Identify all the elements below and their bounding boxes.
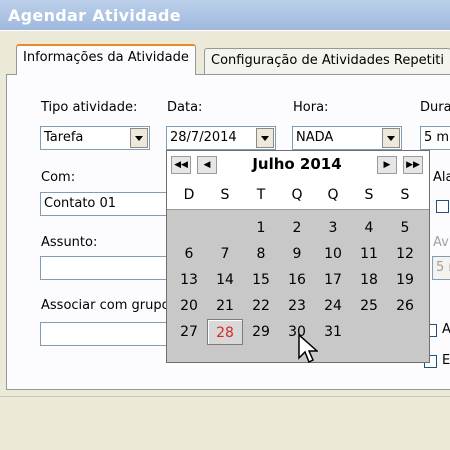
calendar-day[interactable]: 31: [315, 319, 351, 345]
weekday-row: D S T Q Q S S: [167, 181, 429, 210]
hora-value: NADA: [296, 130, 334, 145]
calendar-day[interactable]: 3: [315, 215, 351, 241]
hora-dropdown-button[interactable]: [382, 128, 400, 148]
calendar-day[interactable]: 19: [387, 267, 423, 293]
next-year-button[interactable]: ▶▶: [403, 156, 423, 174]
duracao-label: Dura: [420, 100, 450, 115]
weekday-label: S: [220, 187, 230, 203]
weekday-label: Q: [291, 187, 303, 203]
data-label: Data:: [167, 100, 203, 115]
calendar-day[interactable]: 25: [351, 293, 387, 319]
calendar-day[interactable]: 13: [171, 267, 207, 293]
title-bar[interactable]: Agendar Atividade: [0, 0, 450, 31]
data-dropdown-button[interactable]: [256, 128, 274, 148]
alarme-checkbox[interactable]: [436, 200, 449, 213]
aviso-field[interactable]: 5 r: [432, 256, 450, 280]
calendar-day[interactable]: 15: [243, 267, 279, 293]
calendar-day[interactable]: 9: [279, 241, 315, 267]
calendar-day[interactable]: 10: [315, 241, 351, 267]
option-e-label: E: [442, 353, 450, 368]
chevron-down-icon: [387, 135, 395, 141]
assunto-input[interactable]: [40, 256, 175, 280]
chevron-down-icon: [135, 135, 143, 141]
tipo-value: Tarefa: [44, 130, 84, 145]
weekday-label: Q: [327, 187, 339, 203]
calendar-day[interactable]: 20: [171, 293, 207, 319]
hora-select[interactable]: NADA: [292, 126, 402, 150]
option-a-label: A: [442, 322, 450, 337]
data-select[interactable]: 28/7/2014: [166, 126, 276, 150]
calendar-day[interactable]: 11: [351, 241, 387, 267]
weekday-label: S: [364, 187, 374, 203]
tipo-label: Tipo atividade:: [41, 100, 138, 115]
calendar-day[interactable]: 27: [171, 319, 207, 345]
alarme-label: Ala: [433, 170, 450, 185]
prev-month-button[interactable]: ◀: [197, 156, 217, 174]
next-month-button[interactable]: ▶: [377, 156, 397, 174]
calendar-popup[interactable]: ◀◀ ◀ Julho 2014 ▶ ▶▶ D S T Q Q S S 12345…: [166, 150, 430, 363]
duracao-select[interactable]: 5 mi: [420, 126, 450, 150]
weekday-label: T: [256, 187, 266, 203]
weekday-label: D: [183, 187, 195, 203]
com-label: Com:: [41, 170, 76, 185]
associar-input[interactable]: [40, 322, 175, 346]
aviso-label: Av: [433, 235, 449, 250]
window-title: Agendar Atividade: [8, 6, 181, 25]
com-value: Contato 01: [44, 196, 117, 211]
duracao-value: 5 mi: [424, 130, 450, 145]
com-field[interactable]: Contato 01: [40, 192, 175, 216]
dialog-footer: [0, 390, 450, 450]
mouse-cursor-icon: [298, 334, 318, 364]
calendar-day[interactable]: 5: [387, 215, 423, 241]
prev-year-button[interactable]: ◀◀: [171, 156, 191, 174]
associar-label: Associar com grupo: [41, 298, 166, 313]
footer-divider: [0, 396, 450, 427]
tipo-select[interactable]: Tarefa: [40, 126, 150, 150]
data-value: 28/7/2014: [170, 130, 237, 145]
calendar-day[interactable]: 29: [243, 319, 279, 345]
calendar-day[interactable]: 4: [351, 215, 387, 241]
tab-informacoes[interactable]: Informações da Atividade: [16, 44, 196, 75]
hora-label: Hora:: [293, 100, 329, 115]
calendar-day[interactable]: 16: [279, 267, 315, 293]
calendar-day[interactable]: 22: [243, 293, 279, 319]
assunto-label: Assunto:: [41, 235, 98, 250]
calendar-day[interactable]: 14: [207, 267, 243, 293]
calendar-day[interactable]: 26: [387, 293, 423, 319]
calendar-header: ◀◀ ◀ Julho 2014 ▶ ▶▶: [167, 151, 429, 181]
calendar-day[interactable]: 17: [315, 267, 351, 293]
aviso-value: 5 r: [436, 260, 450, 275]
calendar-day-selected[interactable]: 28: [207, 319, 243, 345]
calendar-day[interactable]: 21: [207, 293, 243, 319]
calendar-day[interactable]: 6: [171, 241, 207, 267]
calendar-day[interactable]: 2: [279, 215, 315, 241]
tipo-dropdown-button[interactable]: [130, 128, 148, 148]
calendar-day[interactable]: 8: [243, 241, 279, 267]
tab-bar: Informações da Atividade Configuração de…: [0, 44, 450, 75]
tab-configuracao[interactable]: Configuração de Atividades Repetiti: [204, 48, 450, 74]
calendar-month-label: Julho 2014: [252, 155, 342, 173]
calendar-day[interactable]: 24: [315, 293, 351, 319]
calendar-day[interactable]: 7: [207, 241, 243, 267]
chevron-down-icon: [261, 135, 269, 141]
calendar-day[interactable]: 18: [351, 267, 387, 293]
weekday-label: S: [400, 187, 410, 203]
calendar-day[interactable]: 23: [279, 293, 315, 319]
calendar-day[interactable]: 1: [243, 215, 279, 241]
calendar-day[interactable]: 12: [387, 241, 423, 267]
